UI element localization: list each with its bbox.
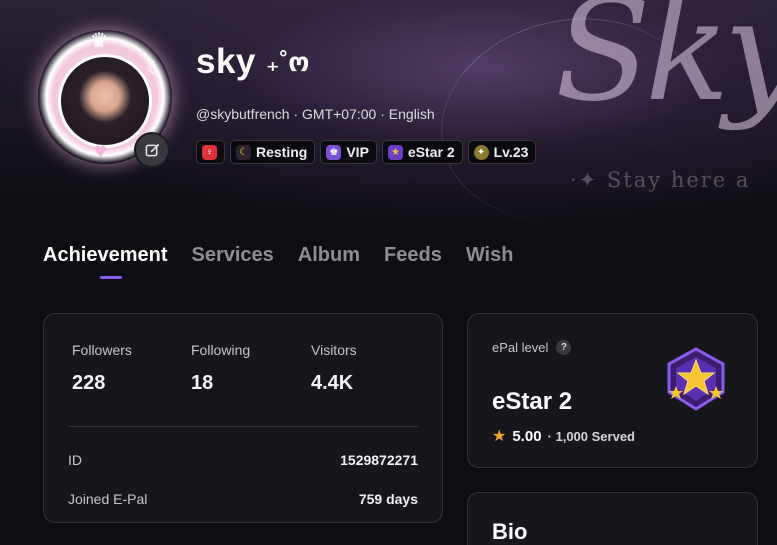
id-label: ID [68, 452, 82, 468]
profile-name: sky ₊˚ო [196, 42, 309, 82]
tab-services[interactable]: Services [192, 244, 274, 267]
vip-label: VIP [346, 144, 369, 160]
followers-label: Followers [72, 342, 132, 358]
vip-badge: ♚ VIP [320, 140, 377, 164]
profile-tabs: Achievement Services Album Feeds Wish [43, 244, 514, 279]
moon-icon: ☾ [236, 144, 251, 160]
heart-icon: ♥ [94, 138, 108, 163]
bio-card: Bio [467, 492, 758, 545]
vip-icon: ♚ [326, 144, 342, 160]
estar-badge: ★ eStar 2 [381, 140, 463, 164]
tab-wish[interactable]: Wish [466, 244, 514, 267]
tab-label: Album [297, 244, 361, 266]
avatar-photo [58, 54, 152, 148]
rating-row: ★ 5.00 · 1,000 Served [492, 426, 635, 446]
tab-label: Services [191, 244, 274, 266]
banner-script-text: Sky [555, 0, 777, 133]
profile-meta: @skybutfrench · GMT+07:00 · English [196, 106, 435, 122]
banner-tagline: ·✦ Stay here a [570, 168, 751, 192]
active-tab-indicator [100, 276, 122, 279]
joined-label: Joined E-Pal [68, 491, 148, 507]
tab-achievement[interactable]: Achievement [43, 244, 168, 279]
id-row: ID 1529872271 [68, 452, 418, 468]
following-label: Following [191, 342, 251, 358]
badge-list: ♀ ☾ Resting ♚ VIP ★ eStar 2 ✦ Lv.23 [196, 140, 537, 164]
bio-title: Bio [492, 519, 528, 544]
name-decoration: ₊˚ო [265, 47, 310, 77]
following-stat[interactable]: Following 18 [191, 342, 250, 395]
edit-avatar-button[interactable] [134, 132, 170, 168]
level-name: eStar 2 [492, 388, 573, 415]
status-badge: ☾ Resting [230, 140, 316, 164]
visitors-value: 4.4K [311, 372, 354, 394]
gender-badge: ♀ [196, 140, 225, 164]
level-label-text: ePal level [492, 340, 549, 355]
followers-value: 228 [72, 372, 106, 394]
joined-value: 759 days [358, 491, 418, 507]
estar-label: eStar 2 [407, 144, 455, 160]
crown-icon: ♛ [90, 30, 108, 52]
served-count: · 1,000 Served [547, 428, 635, 444]
status-label: Resting [256, 144, 308, 160]
level-badge-label: Lv.23 [493, 144, 529, 160]
divider [68, 426, 418, 427]
rating-value: 5.00 [512, 427, 542, 445]
followers-stat[interactable]: Followers 228 [72, 342, 132, 395]
level-icon: ✦ [473, 144, 489, 160]
tab-label: Wish [465, 244, 514, 266]
level-badge: ✦ Lv.23 [467, 140, 537, 164]
level-label: ePal level ? [492, 340, 572, 355]
tab-label: Feeds [384, 244, 442, 266]
following-value: 18 [191, 372, 214, 394]
star-icon: ★ [492, 428, 507, 445]
estar-emblem-icon [667, 347, 725, 411]
epal-level-card: ePal level ? eStar 2 ★ 5.00 · 1,000 Serv… [467, 313, 758, 468]
tab-feeds[interactable]: Feeds [384, 244, 442, 267]
visitors-stat: Visitors 4.4K [311, 342, 357, 395]
id-value: 1529872271 [340, 452, 418, 468]
gender-female-icon: ♀ [202, 144, 217, 160]
stats-card: Followers 228 Following 18 Visitors 4.4K… [43, 313, 443, 523]
joined-row: Joined E-Pal 759 days [68, 491, 418, 507]
help-icon[interactable]: ? [556, 340, 572, 355]
display-name: sky [196, 42, 256, 81]
tab-album[interactable]: Album [298, 244, 360, 267]
moon-icon: ☾ [146, 58, 163, 78]
tab-label: Achievement [43, 244, 168, 266]
edit-icon [145, 143, 159, 156]
visitors-label: Visitors [311, 342, 357, 358]
estar-icon: ★ [387, 144, 403, 160]
